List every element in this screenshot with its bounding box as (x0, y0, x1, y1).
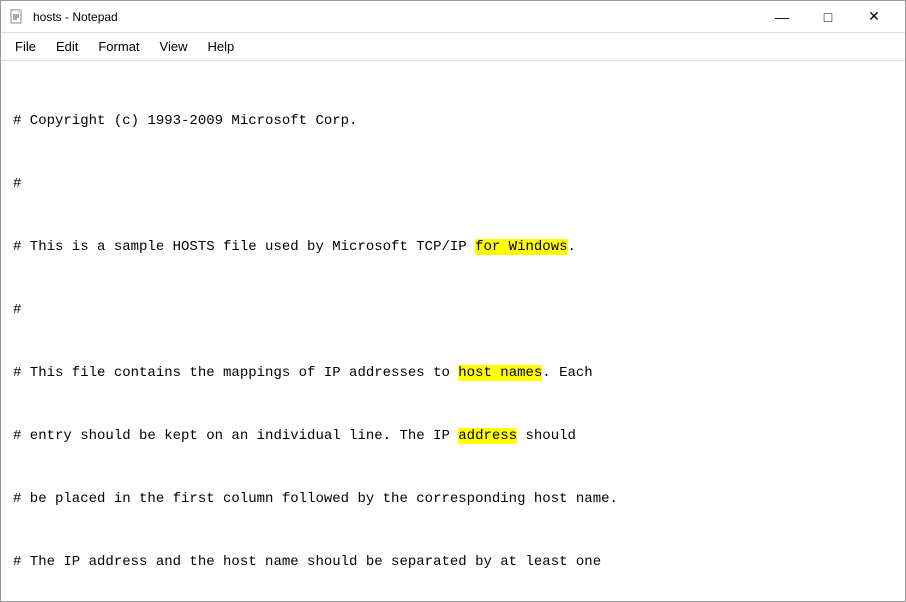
close-button[interactable]: ✕ (851, 1, 897, 33)
maximize-button[interactable]: □ (805, 1, 851, 33)
menu-bar: File Edit Format View Help (1, 33, 905, 61)
line-8: # The IP address and the host name shoul… (13, 552, 893, 573)
line-5: # This file contains the mappings of IP … (13, 363, 893, 384)
line-7: # be placed in the first column followed… (13, 489, 893, 510)
menu-view[interactable]: View (150, 35, 198, 58)
minimize-button[interactable]: — (759, 1, 805, 33)
highlight-for-windows: for Windows (475, 239, 567, 255)
window-controls: — □ ✕ (759, 1, 897, 33)
line-4: # (13, 300, 893, 321)
editor-content[interactable]: # Copyright (c) 1993-2009 Microsoft Corp… (1, 61, 905, 601)
app-icon (9, 9, 25, 25)
line-1: # Copyright (c) 1993-2009 Microsoft Corp… (13, 111, 893, 132)
menu-format[interactable]: Format (88, 35, 149, 58)
highlight-host-names: host names (458, 365, 542, 381)
menu-help[interactable]: Help (197, 35, 244, 58)
menu-file[interactable]: File (5, 35, 46, 58)
notepad-window: hosts - Notepad — □ ✕ File Edit Format V… (0, 0, 906, 602)
line-3: # This is a sample HOSTS file used by Mi… (13, 237, 893, 258)
line-2: # (13, 174, 893, 195)
line-6: # entry should be kept on an individual … (13, 426, 893, 447)
window-title: hosts - Notepad (33, 10, 759, 24)
menu-edit[interactable]: Edit (46, 35, 88, 58)
title-bar: hosts - Notepad — □ ✕ (1, 1, 905, 33)
highlight-address: address (458, 428, 517, 444)
